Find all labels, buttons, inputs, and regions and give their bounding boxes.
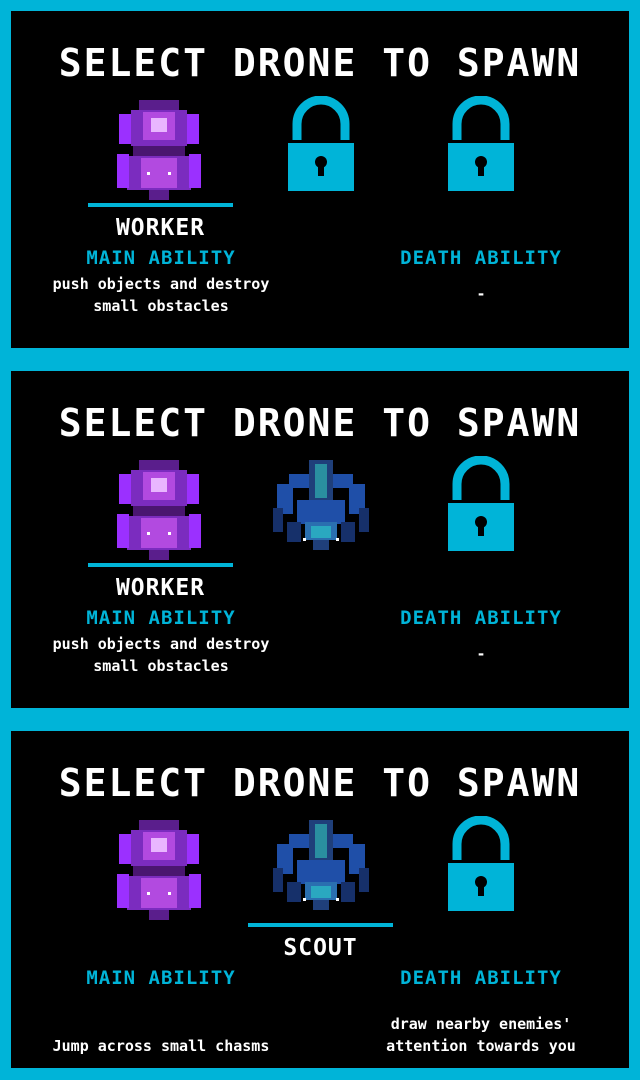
death-ability-text: draw nearby enemies' attention towards y… [386,1015,576,1055]
death-ability-label: DEATH ABILITY [400,967,562,989]
worker-drone-slot[interactable] [99,96,219,208]
scout-drone-icon [273,820,369,910]
main-ability-label: MAIN ABILITY [86,967,236,989]
drone-name: WORKER [115,575,206,601]
selection-underline [88,203,233,207]
selection-underline [248,923,393,927]
worker-drone-icon [117,820,201,920]
selection-underline [88,563,233,567]
locked-slot[interactable] [421,456,541,568]
locked-slot[interactable] [421,96,541,208]
death-ability-text: - [476,285,486,303]
drone-select-panel-2: SELECT DRONE TO SPAWN WORKER MAIN ABILIT… [11,371,629,708]
drone-select-panel-3: SELECT DRONE TO SPAWN SCOUT MAIN ABILITY… [11,731,629,1068]
death-ability-label: DEATH ABILITY [400,247,562,269]
scout-drone-slot[interactable] [261,456,381,568]
lock-icon [445,456,517,554]
main-ability-text: Jump across small chasms [52,1037,270,1055]
worker-drone-icon [117,460,201,560]
main-ability-text: push objects and destroy small obstacles [52,635,270,675]
main-ability-label: MAIN ABILITY [86,607,236,629]
lock-icon [285,96,357,194]
main-ability-text: push objects and destroy small obstacles [52,275,270,315]
scout-drone-icon [273,460,369,550]
locked-slot[interactable] [421,816,541,928]
drone-name: WORKER [115,215,206,241]
main-ability-label: MAIN ABILITY [86,247,236,269]
lock-icon [445,96,517,194]
drone-name: SCOUT [283,935,358,961]
lock-icon [445,816,517,914]
locked-slot[interactable] [261,96,381,208]
death-ability-label: DEATH ABILITY [400,607,562,629]
scout-drone-slot[interactable] [261,816,381,928]
worker-drone-icon [117,100,201,200]
panel-title: SELECT DRONE TO SPAWN [58,761,582,805]
panel-title: SELECT DRONE TO SPAWN [58,41,582,85]
drone-select-panel-1: SELECT DRONE TO SPAWN WORKER MAIN ABILIT… [11,11,629,348]
death-ability-text: - [476,645,486,663]
worker-drone-slot[interactable] [99,816,219,928]
panel-title: SELECT DRONE TO SPAWN [58,401,582,445]
worker-drone-slot[interactable] [99,456,219,568]
